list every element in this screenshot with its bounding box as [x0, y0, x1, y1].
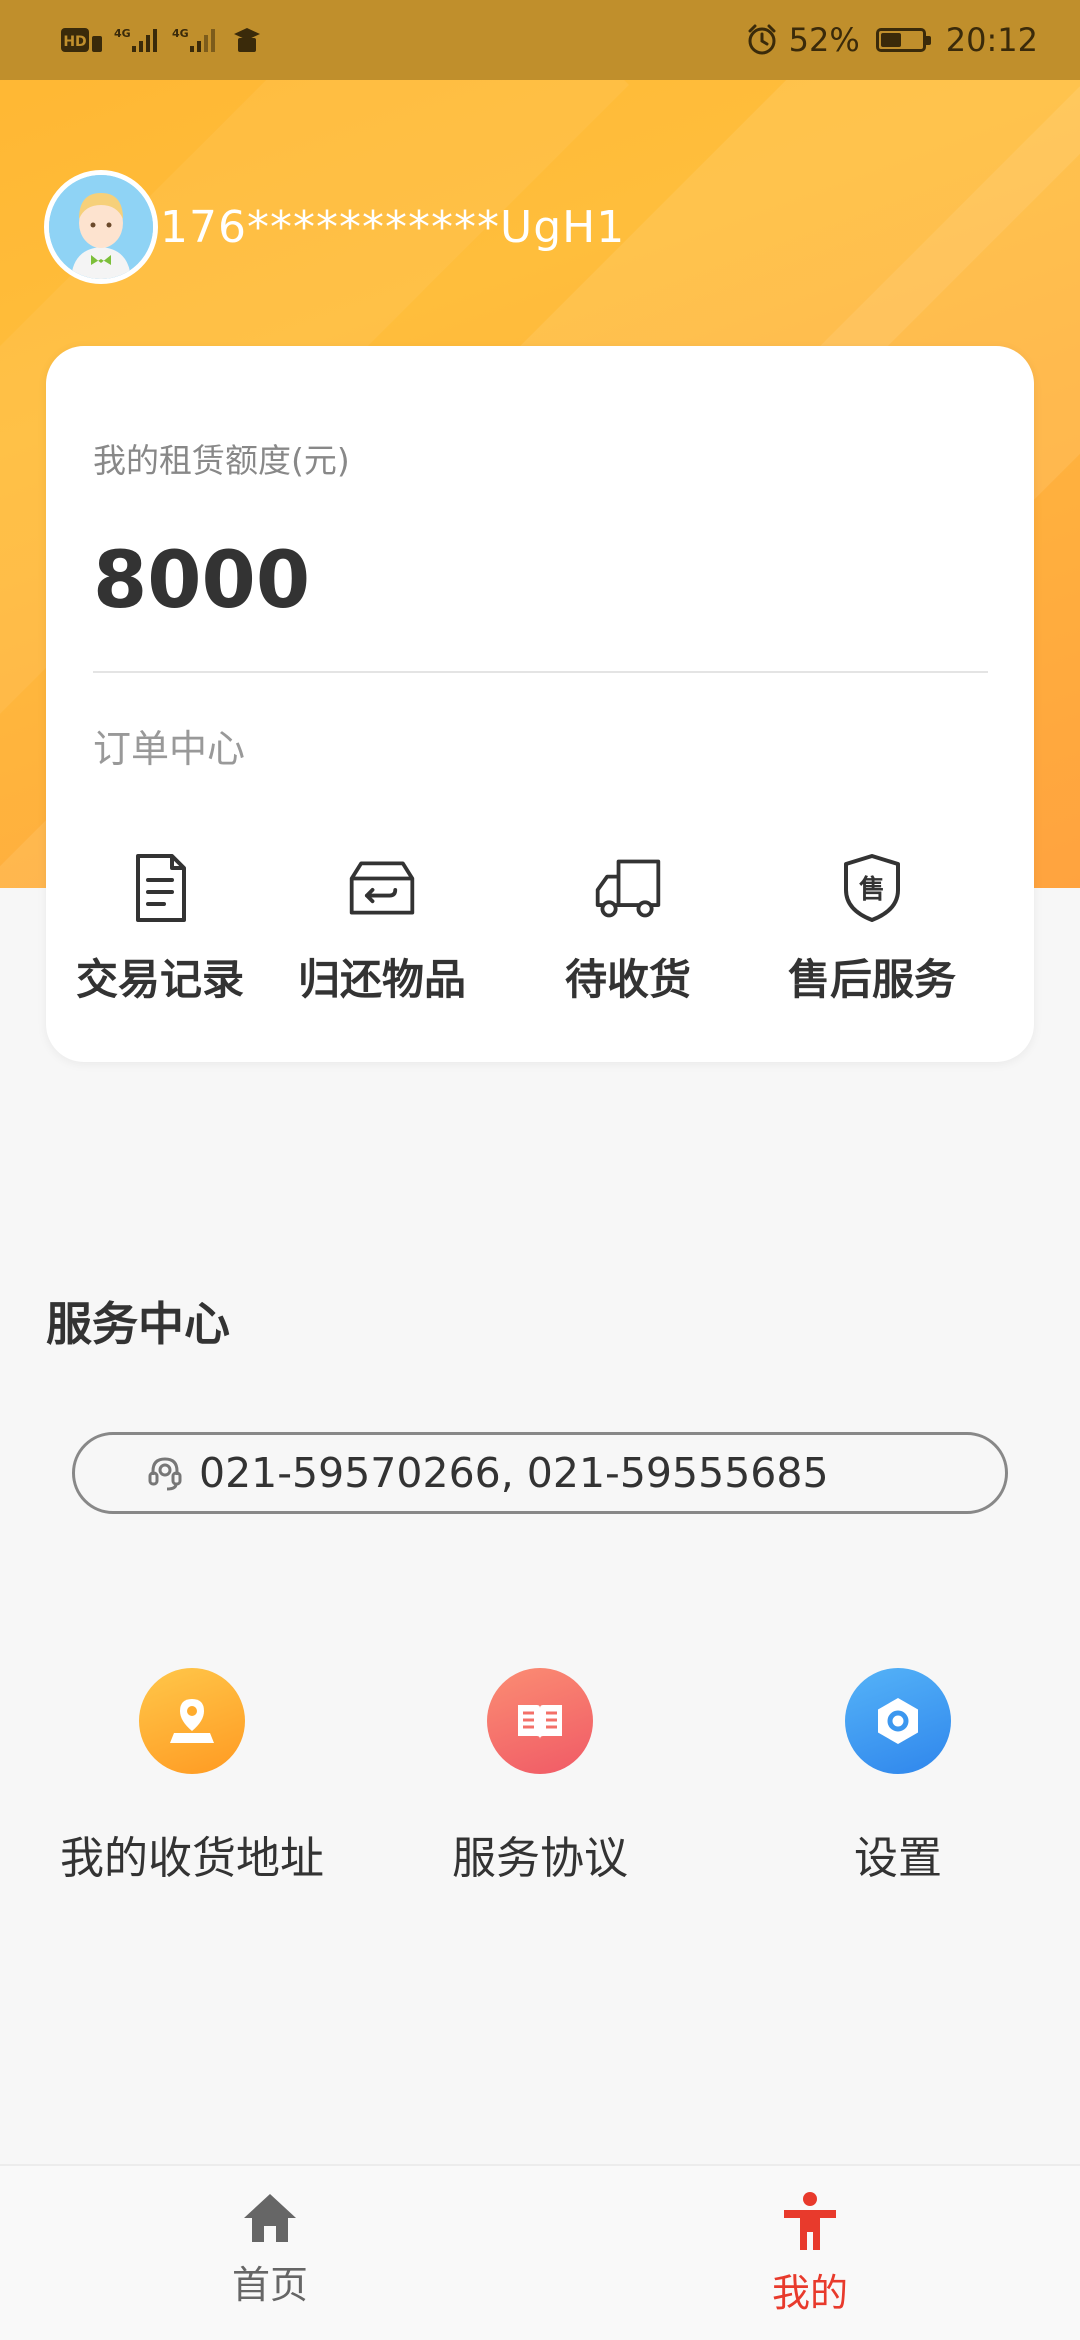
after-sale-shield-icon: 售 [836, 852, 908, 924]
credit-label: 我的租赁额度(元) [93, 441, 350, 480]
service-item-agreement[interactable]: 服务协议 [360, 1668, 720, 1886]
order-item-transactions[interactable]: 交易记录 [50, 852, 270, 1007]
book-icon [487, 1668, 593, 1774]
avatar-illustration [49, 175, 153, 279]
notification-icon [230, 24, 264, 56]
divider [93, 671, 988, 673]
return-box-icon [346, 852, 418, 924]
hd-icon: HD [60, 24, 104, 56]
service-item-label: 服务协议 [452, 1833, 628, 1884]
location-icon [139, 1668, 245, 1774]
order-item-label: 待收货 [564, 955, 691, 1004]
home-icon [240, 2190, 300, 2246]
battery-icon [875, 28, 931, 52]
service-center-title: 服务中心 [46, 1297, 230, 1351]
user-profile[interactable]: 176***********UgH1 [44, 170, 625, 284]
status-left: HD 4G 4G [60, 24, 264, 56]
alarm-icon [745, 23, 779, 57]
status-bar: HD 4G 4G 52% 20:12 [0, 0, 1080, 80]
svg-text:售: 售 [859, 874, 885, 905]
order-center-title: 订单中心 [93, 727, 246, 771]
service-item-address[interactable]: 我的收货地址 [12, 1668, 372, 1886]
clock: 20:12 [945, 21, 1038, 59]
order-item-pending-receipt[interactable]: 待收货 [518, 852, 738, 1007]
service-item-settings[interactable]: 设置 [718, 1668, 1078, 1886]
document-icon [124, 852, 196, 924]
service-item-label: 我的收货地址 [60, 1833, 324, 1884]
order-item-label: 交易记录 [75, 955, 244, 1004]
headset-icon [145, 1453, 185, 1493]
nav-mine-label: 我的 [771, 2271, 848, 2315]
avatar[interactable] [44, 170, 158, 284]
bottom-nav: 首页 我的 [0, 2164, 1080, 2340]
battery-percent: 52% [788, 21, 860, 59]
phone-numbers: 021-59570266, 021-59555685 [199, 1449, 829, 1497]
svg-text:4G: 4G [114, 27, 131, 40]
signal-icon: 4G [114, 24, 162, 56]
truck-icon [592, 852, 664, 924]
service-item-label: 设置 [854, 1833, 942, 1884]
order-item-return[interactable]: 归还物品 [272, 852, 492, 1007]
order-item-after-sales[interactable]: 售 售后服务 [762, 852, 982, 1007]
nav-mine[interactable]: 我的 [710, 2190, 910, 2317]
username: 176***********UgH1 [160, 201, 626, 253]
credit-amount: 8000 [93, 536, 311, 626]
status-right: 52% 20:12 [745, 21, 1038, 59]
person-icon [780, 2190, 840, 2254]
nav-home[interactable]: 首页 [170, 2190, 370, 2309]
customer-service-phone[interactable]: 021-59570266, 021-59555685 [72, 1432, 1008, 1514]
hexagon-settings-icon [845, 1668, 951, 1774]
order-item-label: 售后服务 [787, 955, 956, 1004]
svg-text:HD: HD [63, 34, 86, 50]
nav-home-label: 首页 [231, 2263, 308, 2307]
credit-order-card: 我的租赁额度(元) 8000 订单中心 交易记录 归还物品 待收货 售 售后服务 [46, 346, 1034, 1062]
svg-text:4G: 4G [172, 27, 189, 40]
signal-icon-2: 4G [172, 24, 220, 56]
order-item-label: 归还物品 [297, 955, 466, 1004]
